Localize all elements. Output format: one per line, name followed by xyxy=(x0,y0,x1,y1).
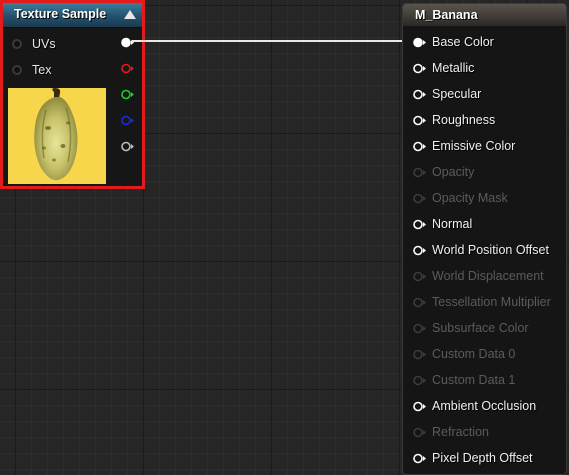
input-pin-label: World Position Offset xyxy=(432,243,549,257)
material-input-emissive-color[interactable]: Emissive Color xyxy=(413,138,515,154)
input-pin-icon xyxy=(413,297,426,308)
input-pin-label: Custom Data 1 xyxy=(432,373,516,387)
material-node-header[interactable]: M_Banana xyxy=(403,4,566,26)
input-pin-label: Tex xyxy=(32,63,52,77)
input-pin-icon[interactable] xyxy=(12,39,22,49)
output-pin-r[interactable] xyxy=(121,63,134,74)
input-pin-icon[interactable] xyxy=(413,89,426,100)
input-pin-label: Opacity xyxy=(432,165,475,179)
input-pin-label: Opacity Mask xyxy=(432,191,508,205)
material-input-normal[interactable]: Normal xyxy=(413,216,472,232)
output-pin-a-icon xyxy=(121,141,134,152)
node-title: Texture Sample xyxy=(14,7,107,21)
input-pin-icon[interactable] xyxy=(413,219,426,230)
material-input-refraction: Refraction xyxy=(413,424,489,440)
input-pin-label: UVs xyxy=(32,37,56,51)
collapse-arrow-icon[interactable] xyxy=(124,10,136,19)
material-input-custom-data-0: Custom Data 0 xyxy=(413,346,515,362)
input-pin-icon[interactable] xyxy=(12,65,22,75)
input-pin-label: World Displacement xyxy=(432,269,544,283)
material-input-opacity-mask: Opacity Mask xyxy=(413,190,508,206)
input-pin-label: Tessellation Multiplier xyxy=(432,295,551,309)
material-input-custom-data-1: Custom Data 1 xyxy=(413,372,515,388)
output-pin-b-icon xyxy=(121,115,134,126)
input-pin-icon[interactable] xyxy=(413,115,426,126)
input-pin-icon[interactable] xyxy=(413,37,426,48)
material-input-metallic[interactable]: Metallic xyxy=(413,60,474,76)
output-pin-g-icon xyxy=(121,89,134,100)
material-input-world-position-offset[interactable]: World Position Offset xyxy=(413,242,549,258)
node-title: M_Banana xyxy=(415,8,478,22)
input-pin-label: Roughness xyxy=(432,113,496,127)
texture-sample-node[interactable]: Texture Sample UVs Tex xyxy=(0,0,145,189)
connection-wire[interactable] xyxy=(132,40,412,42)
input-pin-label: Base Color xyxy=(432,35,494,49)
input-pin-label: Emissive Color xyxy=(432,139,516,153)
material-input-pixel-depth-offset[interactable]: Pixel Depth Offset xyxy=(413,450,533,466)
input-pin-label: Specular xyxy=(432,87,482,101)
input-pin-icon xyxy=(413,323,426,334)
input-pin-tex[interactable]: Tex xyxy=(12,62,51,78)
texture-preview-thumbnail xyxy=(8,88,106,184)
material-result-node[interactable]: M_Banana Base Color Metallic Specular Rough… xyxy=(402,3,567,475)
material-graph-canvas[interactable]: Texture Sample UVs Tex M_Banana Base Col… xyxy=(0,0,569,475)
output-pin-b[interactable] xyxy=(121,115,134,126)
input-pin-label: Subsurface Color xyxy=(432,321,529,335)
input-pin-label: Metallic xyxy=(432,61,475,75)
input-pin-label: Refraction xyxy=(432,425,489,439)
output-pin-a[interactable] xyxy=(121,141,134,152)
input-pin-icon xyxy=(413,349,426,360)
input-pin-icon xyxy=(413,193,426,204)
input-pin-uvs[interactable]: UVs xyxy=(12,36,56,52)
material-input-world-displacement: World Displacement xyxy=(413,268,544,284)
input-pin-icon[interactable] xyxy=(413,245,426,256)
input-pin-icon[interactable] xyxy=(413,63,426,74)
input-pin-label: Ambient Occlusion xyxy=(432,399,537,413)
material-input-roughness[interactable]: Roughness xyxy=(413,112,495,128)
input-pin-icon[interactable] xyxy=(413,141,426,152)
input-pin-icon[interactable] xyxy=(413,401,426,412)
input-pin-label: Normal xyxy=(432,217,473,231)
output-pin-g[interactable] xyxy=(121,89,134,100)
input-pin-icon xyxy=(413,375,426,386)
input-pin-icon xyxy=(413,271,426,282)
texture-sample-header[interactable]: Texture Sample xyxy=(3,3,142,28)
input-pin-icon xyxy=(413,427,426,438)
input-pin-label: Custom Data 0 xyxy=(432,347,516,361)
material-input-opacity: Opacity xyxy=(413,164,474,180)
output-pin-r-icon xyxy=(121,63,134,74)
banana-texture-icon xyxy=(8,88,106,184)
material-input-ambient-occlusion[interactable]: Ambient Occlusion xyxy=(413,398,536,414)
material-input-specular[interactable]: Specular xyxy=(413,86,481,102)
output-pin-rgb[interactable] xyxy=(121,37,134,48)
input-pin-label: Pixel Depth Offset xyxy=(432,451,533,465)
input-pin-icon[interactable] xyxy=(413,453,426,464)
material-input-subsurface-color: Subsurface Color xyxy=(413,320,529,336)
input-pin-icon xyxy=(413,167,426,178)
material-input-tessellation-multiplier: Tessellation Multiplier xyxy=(413,294,551,310)
material-input-base-color[interactable]: Base Color xyxy=(413,34,494,50)
output-pin-rgb-icon xyxy=(121,37,134,48)
